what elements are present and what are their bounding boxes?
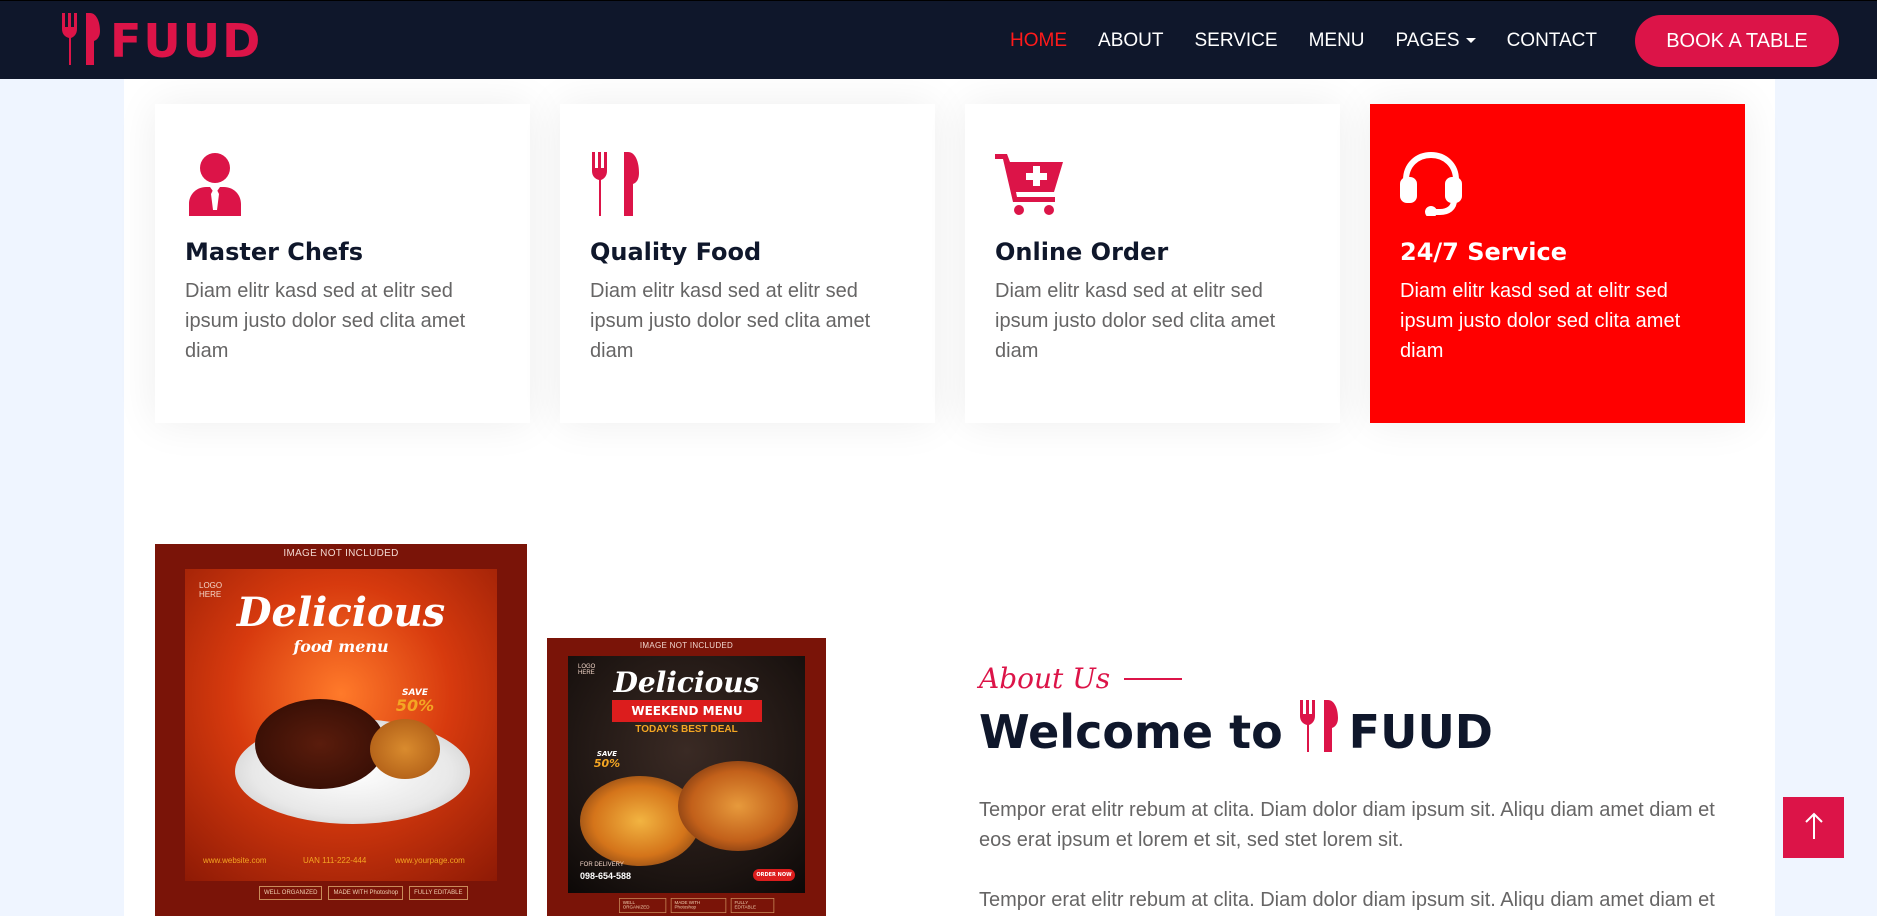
save-badge: SAVE 50% <box>395 689 435 714</box>
about-label-line <box>1124 677 1183 680</box>
headset-icon <box>1400 151 1470 218</box>
poster-page: www.yourpage.com <box>395 856 465 865</box>
brand-name: FUUD <box>110 14 263 68</box>
navbar: FUUD HOME ABOUT SERVICE MENU PAGES CONTA… <box>0 0 1877 79</box>
about-paragraph: Tempor erat elitr rebum at clita. Diam d… <box>979 889 1715 911</box>
service-card-quality-food[interactable]: Quality Food Diam elitr kasd sed at elit… <box>560 104 935 423</box>
poster-headline: Delicious <box>236 589 446 636</box>
nav-links: HOME ABOUT SERVICE MENU PAGES CONTACT <box>979 1 1597 80</box>
about-paragraph: Tempor erat elitr rebum at clita. Diam d… <box>979 799 1715 851</box>
potato-image <box>370 719 440 779</box>
service-card-online-order[interactable]: Online Order Diam elitr kasd sed at elit… <box>965 104 1340 423</box>
order-now-button: ORDER NOW <box>753 869 795 881</box>
utensils-icon <box>60 13 102 69</box>
service-card-24-7-service[interactable]: 24/7 Service Diam elitr kasd sed at elit… <box>1370 104 1745 423</box>
poster-artwork: LOGO HERE Delicious food menu SAVE 50% ww… <box>185 569 497 881</box>
image-note: IMAGE NOT INCLUDED <box>283 548 399 559</box>
user-tie-icon <box>185 152 255 216</box>
arrow-up-icon <box>1803 812 1825 844</box>
service-text: Diam elitr kasd sed at elitr sed ipsum j… <box>995 280 1276 362</box>
poster-banner: WEEKEND MENU <box>612 700 762 722</box>
poster-phone: 098-654-588 <box>580 871 632 881</box>
badge: FULLY EDITABLE <box>730 898 775 913</box>
badge: FULLY EDITABLE <box>409 886 468 900</box>
welcome-brand: FUUD <box>1348 704 1493 759</box>
poster-phone: UAN 111-222-444 <box>303 856 367 865</box>
about-image-delicious-food-menu: IMAGE NOT INCLUDED LOGO HERE Delicious f… <box>155 544 527 916</box>
service-title: 24/7 Service <box>1400 238 1567 266</box>
book-table-button[interactable]: BOOK A TABLE <box>1635 15 1839 67</box>
badge: MADE WITH Photoshop <box>328 886 404 900</box>
caret-down-icon <box>1465 37 1476 43</box>
welcome-heading: Welcome to FUUD <box>979 700 1493 763</box>
badge: WELL ORGANIZED <box>259 886 323 900</box>
about-label-text: About Us <box>979 662 1111 695</box>
nav-service[interactable]: SERVICE <box>1194 30 1277 52</box>
poster-badges: WELL ORGANIZED MADE WITH Photoshop FULLY… <box>619 898 775 913</box>
service-title: Online Order <box>995 238 1169 266</box>
grilled-meat-image <box>255 699 385 789</box>
nav-home[interactable]: HOME <box>1010 30 1067 52</box>
service-text: Diam elitr kasd sed at elitr sed ipsum j… <box>590 280 871 362</box>
service-text: Diam elitr kasd sed at elitr sed ipsum j… <box>185 280 466 362</box>
utensils-icon <box>1283 700 1349 763</box>
delivery-label: FOR DELIVERY <box>580 862 624 868</box>
nav-about[interactable]: ABOUT <box>1098 30 1163 52</box>
image-note: IMAGE NOT INCLUDED <box>639 641 734 650</box>
nav-contact[interactable]: CONTACT <box>1507 30 1597 52</box>
poster-deal: TODAY'S BEST DEAL <box>635 724 738 735</box>
cart-plus-icon <box>995 152 1065 216</box>
save-value: 50% <box>593 757 621 770</box>
save-value: 50% <box>395 696 435 715</box>
poster-subheadline: food menu <box>293 637 389 656</box>
poster-headline: Delicious <box>613 666 760 699</box>
welcome-prefix: Welcome to <box>979 704 1283 759</box>
nav-menu[interactable]: MENU <box>1309 30 1365 52</box>
service-text: Diam elitr kasd sed at elitr sed ipsum j… <box>1400 280 1681 362</box>
brand-logo[interactable]: FUUD <box>60 13 262 69</box>
service-title: Master Chefs <box>185 238 364 266</box>
nav-pages-dropdown[interactable]: PAGES <box>1396 30 1476 52</box>
save-badge: SAVE 50% <box>592 751 622 770</box>
utensils-icon <box>590 152 660 216</box>
poster-artwork: LOGO HERE Delicious WEEKEND MENU TODAY'S… <box>568 656 805 893</box>
badge: WELL ORGANIZED <box>619 898 667 913</box>
back-to-top-button[interactable] <box>1783 797 1844 858</box>
about-section-label: About Us <box>979 662 1183 695</box>
poster-badges: WELL ORGANIZED MADE WITH Photoshop FULLY… <box>259 886 468 900</box>
poster-website: www.website.com <box>203 856 267 865</box>
service-card-master-chefs[interactable]: Master Chefs Diam elitr kasd sed at elit… <box>155 104 530 423</box>
service-title: Quality Food <box>590 238 762 266</box>
badge: MADE WITH Photoshop <box>670 898 727 913</box>
about-image-weekend-menu: IMAGE NOT INCLUDED LOGO HERE Delicious W… <box>547 638 826 916</box>
rice-image <box>678 761 798 851</box>
nav-pages-label: PAGES <box>1395 29 1460 51</box>
